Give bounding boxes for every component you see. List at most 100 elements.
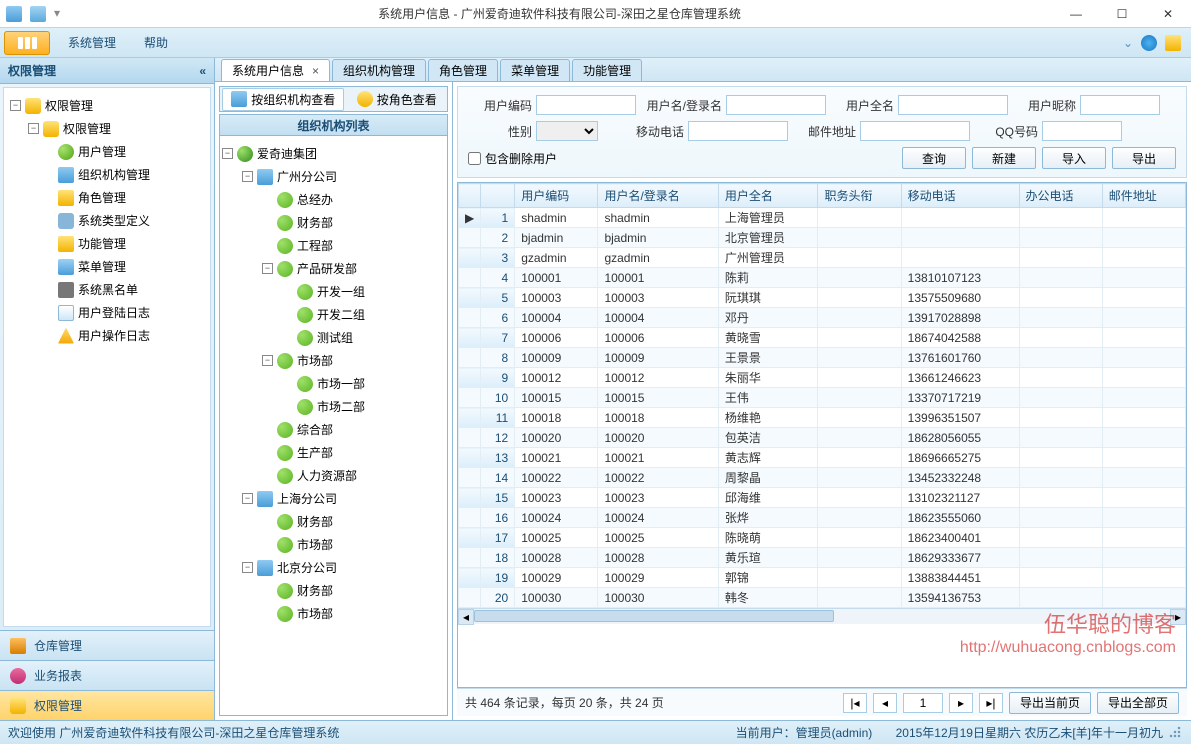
close-icon[interactable]: × <box>312 64 319 78</box>
table-row[interactable]: 19100029100029郭锦13883844451 <box>459 568 1186 588</box>
org-node[interactable]: 综合部 <box>222 418 445 441</box>
grid-column-header[interactable]: 邮件地址 <box>1102 184 1185 208</box>
table-row[interactable]: 11100018100018杨维艳13996351507 <box>459 408 1186 428</box>
org-node[interactable]: 人力资源部 <box>222 464 445 487</box>
table-row[interactable]: 17100025100025陈晓萌18623400401 <box>459 528 1186 548</box>
doc-tab[interactable]: 角色管理 <box>428 59 498 81</box>
qat-dropdown-icon[interactable]: ▾ <box>54 6 60 22</box>
chevron-down-icon[interactable]: ⌄ <box>1123 36 1133 50</box>
org-node[interactable]: 开发二组 <box>222 303 445 326</box>
nav-group-item[interactable]: 权限管理 <box>0 690 214 720</box>
table-row[interactable]: 9100012100012朱丽华13661246623 <box>459 368 1186 388</box>
input-mobile[interactable] <box>688 121 788 141</box>
doc-tab[interactable]: 功能管理 <box>572 59 642 81</box>
ribbon-item[interactable]: 帮助 <box>130 34 182 51</box>
grid-column-header[interactable]: 办公电话 <box>1019 184 1102 208</box>
export-all-button[interactable]: 导出全部页 <box>1097 692 1179 714</box>
org-node[interactable]: −北京分公司 <box>222 556 445 579</box>
grid-column-header[interactable]: 移动电话 <box>901 184 1019 208</box>
org-node[interactable]: 开发一组 <box>222 280 445 303</box>
tree-item[interactable]: 系统黑名单 <box>10 278 204 301</box>
org-node[interactable]: 总经办 <box>222 188 445 211</box>
page-input[interactable] <box>903 693 943 713</box>
grid-column-header[interactable] <box>459 184 481 208</box>
table-row[interactable]: 10100015100015王伟13370717219 <box>459 388 1186 408</box>
horizontal-scrollbar[interactable]: ◂ ▸ <box>458 608 1186 624</box>
import-button[interactable]: 导入 <box>1042 147 1106 169</box>
org-node[interactable]: 财务部 <box>222 579 445 602</box>
org-node[interactable]: 工程部 <box>222 234 445 257</box>
org-node[interactable]: 生产部 <box>222 441 445 464</box>
table-row[interactable]: 8100009100009王景景13761601760 <box>459 348 1186 368</box>
checkbox-include-deleted[interactable]: 包含删除用户 <box>468 150 557 167</box>
tree-item[interactable]: 菜单管理 <box>10 255 204 278</box>
table-row[interactable]: 18100028100028黄乐瑄18629333677 <box>459 548 1186 568</box>
close-button[interactable]: ✕ <box>1145 0 1191 28</box>
grid-column-header[interactable]: 用户编码 <box>515 184 598 208</box>
file-button[interactable] <box>4 31 50 55</box>
org-node[interactable]: −上海分公司 <box>222 487 445 510</box>
org-node[interactable]: −市场部 <box>222 349 445 372</box>
ribbon-item[interactable]: 系统管理 <box>54 34 130 51</box>
view-by-org-tab[interactable]: 按组织机构查看 <box>222 88 344 111</box>
tree-root[interactable]: −权限管理 <box>10 94 204 117</box>
org-root[interactable]: −爱奇迪集团 <box>222 142 445 165</box>
table-row[interactable]: 16100024100024张烨18623555060 <box>459 508 1186 528</box>
table-row[interactable]: 6100004100004邓丹13917028898 <box>459 308 1186 328</box>
table-row[interactable]: 3gzadmingzadmin广州管理员 <box>459 248 1186 268</box>
new-button[interactable]: 新建 <box>972 147 1036 169</box>
export-page-button[interactable]: 导出当前页 <box>1009 692 1091 714</box>
info-icon[interactable] <box>1141 35 1157 51</box>
tree-item[interactable]: 用户操作日志 <box>10 324 204 347</box>
first-page-button[interactable]: |◂ <box>843 693 867 713</box>
scroll-thumb[interactable] <box>474 610 834 622</box>
maximize-button[interactable]: ☐ <box>1099 0 1145 28</box>
input-qq[interactable] <box>1042 121 1122 141</box>
nav-group-item[interactable]: 仓库管理 <box>0 630 214 660</box>
table-row[interactable]: 5100003100003阮琪琪13575509680 <box>459 288 1186 308</box>
table-row[interactable]: 7100006100006黄晓雪18674042588 <box>459 328 1186 348</box>
tree-item[interactable]: 功能管理 <box>10 232 204 255</box>
prev-page-button[interactable]: ◂ <box>873 693 897 713</box>
grid-column-header[interactable]: 职务头衔 <box>818 184 901 208</box>
table-row[interactable]: ▶1shadminshadmin上海管理员 <box>459 208 1186 228</box>
input-fullname[interactable] <box>898 95 1008 115</box>
select-gender[interactable] <box>536 121 598 141</box>
org-node[interactable]: 市场一部 <box>222 372 445 395</box>
doc-tab[interactable]: 系统用户信息× <box>221 59 330 81</box>
input-email[interactable] <box>860 121 970 141</box>
view-by-role-tab[interactable]: 按角色查看 <box>349 89 445 110</box>
table-row[interactable]: 15100023100023邱海维13102321127 <box>459 488 1186 508</box>
tree-item[interactable]: 角色管理 <box>10 186 204 209</box>
query-button[interactable]: 查询 <box>902 147 966 169</box>
doc-tab[interactable]: 组织机构管理 <box>332 59 426 81</box>
org-node[interactable]: 市场部 <box>222 602 445 625</box>
minimize-button[interactable]: — <box>1053 0 1099 28</box>
org-node[interactable]: 测试组 <box>222 326 445 349</box>
resize-grip[interactable] <box>1169 726 1183 740</box>
org-node[interactable]: 财务部 <box>222 211 445 234</box>
next-page-button[interactable]: ▸ <box>949 693 973 713</box>
org-node[interactable]: −广州分公司 <box>222 165 445 188</box>
table-row[interactable]: 12100020100020包英洁18628056055 <box>459 428 1186 448</box>
input-nick[interactable] <box>1080 95 1160 115</box>
doc-tab[interactable]: 菜单管理 <box>500 59 570 81</box>
collapse-icon[interactable]: « <box>199 64 206 78</box>
grid-column-header[interactable] <box>481 184 515 208</box>
tree-item[interactable]: 用户管理 <box>10 140 204 163</box>
scroll-left-icon[interactable]: ◂ <box>458 609 474 625</box>
app-icon-2[interactable] <box>30 6 46 22</box>
tree-item[interactable]: 组织机构管理 <box>10 163 204 186</box>
grid-column-header[interactable]: 用户全名 <box>718 184 818 208</box>
export-button[interactable]: 导出 <box>1112 147 1176 169</box>
table-row[interactable]: 4100001100001陈莉13810107123 <box>459 268 1186 288</box>
org-node[interactable]: 市场部 <box>222 533 445 556</box>
tree-item[interactable]: 用户登陆日志 <box>10 301 204 324</box>
input-user-code[interactable] <box>536 95 636 115</box>
table-row[interactable]: 2bjadminbjadmin北京管理员 <box>459 228 1186 248</box>
grid-column-header[interactable]: 用户名/登录名 <box>598 184 718 208</box>
table-row[interactable]: 14100022100022周黎晶13452332248 <box>459 468 1186 488</box>
org-node[interactable]: 财务部 <box>222 510 445 533</box>
input-login[interactable] <box>726 95 826 115</box>
tree-sub[interactable]: −权限管理 <box>10 117 204 140</box>
